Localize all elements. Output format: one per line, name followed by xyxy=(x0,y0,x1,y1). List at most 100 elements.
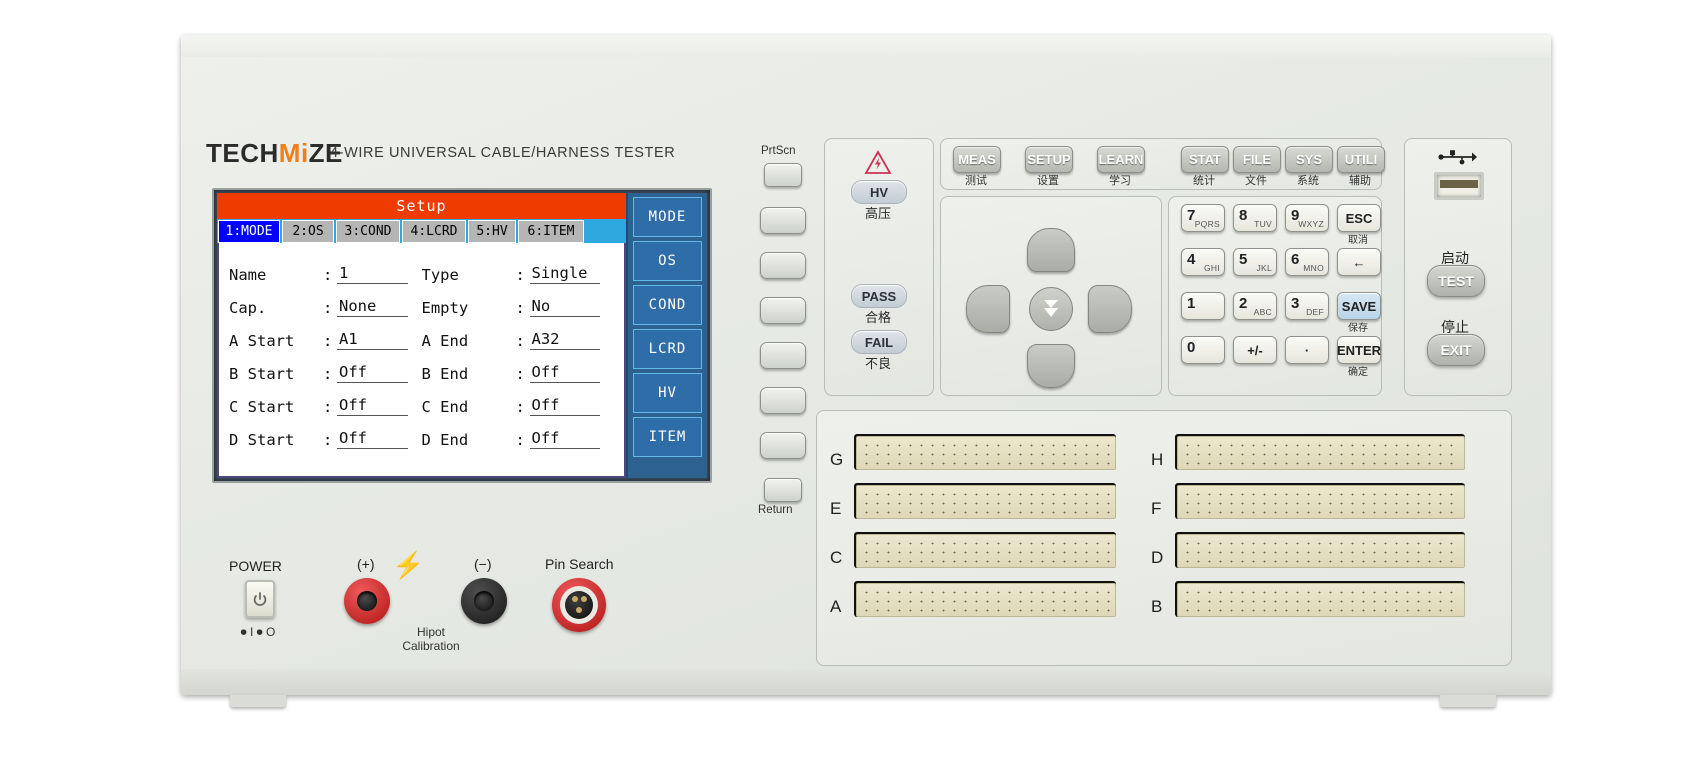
function-key-sys[interactable]: SYS xyxy=(1285,146,1333,173)
down-arrow-key[interactable] xyxy=(1027,344,1075,388)
screen-tab-4[interactable]: 5:HV xyxy=(468,220,516,243)
keypad-key-key[interactable]: ← xyxy=(1337,248,1381,276)
keypad-key-3[interactable]: 3 DEF xyxy=(1285,292,1329,320)
power-button[interactable] xyxy=(245,580,275,618)
key-digit: 8 xyxy=(1239,207,1248,224)
connector-G[interactable] xyxy=(854,434,1116,470)
screen-tab-1[interactable]: 2:OS xyxy=(282,220,334,243)
power-marks: ⏺ I ⏺ O xyxy=(240,625,276,639)
lcd-softkey-hv[interactable]: HV xyxy=(633,373,702,413)
prtscn-button[interactable] xyxy=(764,163,802,187)
field-value-left[interactable]: Off xyxy=(337,362,408,383)
field-colon: : xyxy=(323,398,333,416)
screen-tab-3[interactable]: 4:LCRD xyxy=(402,220,466,243)
softkey-button-5[interactable] xyxy=(760,387,806,414)
connector-E[interactable] xyxy=(854,483,1116,519)
function-key-learn[interactable]: LEARN xyxy=(1097,146,1145,173)
keypad-key-key[interactable]: · xyxy=(1285,336,1329,364)
lcd-softkey-item[interactable]: ITEM xyxy=(633,417,702,457)
keypad-key-6[interactable]: 6 MNO xyxy=(1285,248,1329,276)
screen-tabbar: 1:MODE 2:OS 3:COND 4:LCRD 5:HV 6:ITEM xyxy=(217,219,626,243)
field-value-right[interactable]: Off xyxy=(529,362,600,383)
softkey-button-6[interactable] xyxy=(760,432,806,459)
usb-port[interactable] xyxy=(1434,172,1484,200)
function-key-stat[interactable]: STAT xyxy=(1181,146,1229,173)
connector-B[interactable] xyxy=(1175,581,1465,617)
function-key-setup[interactable]: SETUP xyxy=(1025,146,1073,173)
keypad-key-esc[interactable]: ESC xyxy=(1337,204,1381,232)
screen-tab-5[interactable]: 6:ITEM xyxy=(518,220,584,243)
instrument-front-panel: TECHMiZE 4-WIRE UNIVERSAL CABLE/HARNESS … xyxy=(0,0,1701,761)
brand-logo: TECHMiZE xyxy=(206,138,343,169)
right-arrow-key[interactable] xyxy=(1088,285,1132,333)
softkey-button-2[interactable] xyxy=(760,252,806,279)
plus-terminal[interactable] xyxy=(344,578,390,624)
keypad-key-7[interactable]: 7 PQRS xyxy=(1181,204,1225,232)
field-value-left[interactable]: Off xyxy=(337,395,408,416)
key-digit: 6 xyxy=(1291,251,1300,268)
field-value-left[interactable]: Off xyxy=(337,428,408,449)
chassis-foot-right xyxy=(1440,695,1496,707)
softkey-button-1[interactable] xyxy=(760,207,806,234)
center-select-key[interactable] xyxy=(1029,287,1073,331)
keypad-key-4[interactable]: 4 GHI xyxy=(1181,248,1225,276)
key-digit: 3 xyxy=(1291,295,1300,312)
minus-terminal[interactable] xyxy=(461,578,507,624)
screen-tab-2[interactable]: 3:COND xyxy=(336,220,400,243)
field-value-right[interactable]: A32 xyxy=(529,329,600,350)
up-arrow-key[interactable] xyxy=(1027,228,1075,272)
test-button[interactable]: TEST xyxy=(1427,265,1485,297)
keypad-key-+/-[interactable]: +/- xyxy=(1233,336,1277,364)
connector-H[interactable] xyxy=(1175,434,1465,470)
connector-F[interactable] xyxy=(1175,483,1465,519)
return-button[interactable] xyxy=(764,478,802,502)
keypad-key-2[interactable]: 2 ABC xyxy=(1233,292,1277,320)
lcd-softkey-cond[interactable]: COND xyxy=(633,285,702,325)
exit-button[interactable]: EXIT xyxy=(1427,334,1485,366)
keypad-key-9[interactable]: 9 WXYZ xyxy=(1285,204,1329,232)
function-key-utili-cn: 辅助 xyxy=(1349,174,1371,187)
connector-label-A: A xyxy=(830,597,842,616)
lightning-bolt-icon: ⚡ xyxy=(392,550,425,580)
field-colon: : xyxy=(323,365,333,383)
key-text: SAVE xyxy=(1341,298,1377,314)
connector-C[interactable] xyxy=(854,532,1116,568)
field-value-right[interactable]: Off xyxy=(529,395,600,416)
left-arrow-key[interactable] xyxy=(966,285,1010,333)
softkey-button-3[interactable] xyxy=(760,297,806,324)
field-value-right[interactable]: No xyxy=(529,296,600,317)
pin-search-connector[interactable] xyxy=(552,578,606,632)
connector-A[interactable] xyxy=(854,581,1116,617)
power-label: POWER xyxy=(229,558,282,574)
field-value-right[interactable]: Off xyxy=(529,428,600,449)
keypad-key-save[interactable]: SAVE xyxy=(1337,292,1381,320)
key-alpha: DEF xyxy=(1306,307,1324,317)
field-value-left[interactable]: None xyxy=(337,296,408,317)
function-key-meas[interactable]: MEAS xyxy=(953,146,1001,173)
function-key-utili[interactable]: UTILI xyxy=(1337,146,1385,173)
connector-label-G: G xyxy=(830,450,844,469)
field-colon: : xyxy=(323,431,333,449)
connector-D[interactable] xyxy=(1175,532,1465,568)
keypad-key-5[interactable]: 5 JKL xyxy=(1233,248,1277,276)
lcd-softkey-os[interactable]: OS xyxy=(633,241,702,281)
softkey-button-4[interactable] xyxy=(760,342,806,369)
field-value-right[interactable]: Single xyxy=(529,263,600,284)
keypad-key-0[interactable]: 0 xyxy=(1181,336,1225,364)
screen-tab-0[interactable]: 1:MODE xyxy=(218,220,280,243)
chassis-foot-left xyxy=(230,695,286,707)
screen-title: Setup xyxy=(217,193,626,219)
field-colon: : xyxy=(323,266,333,284)
lcd-softkey-lcrd[interactable]: LCRD xyxy=(633,329,702,369)
keypad-key-enter[interactable]: ENTER xyxy=(1337,336,1381,364)
connector-label-F: F xyxy=(1151,499,1162,518)
field-value-left[interactable]: A1 xyxy=(337,329,408,350)
field-value-left[interactable]: 1 xyxy=(337,263,408,284)
keypad-key-1[interactable]: 1 xyxy=(1181,292,1225,320)
lcd-softkey-mode[interactable]: MODE xyxy=(633,197,702,237)
connector-label-C: C xyxy=(830,548,843,567)
key-digit: 1 xyxy=(1187,295,1196,312)
function-key-file[interactable]: FILE xyxy=(1233,146,1281,173)
key-text: ENTER xyxy=(1336,342,1382,358)
keypad-key-8[interactable]: 8 TUV xyxy=(1233,204,1277,232)
